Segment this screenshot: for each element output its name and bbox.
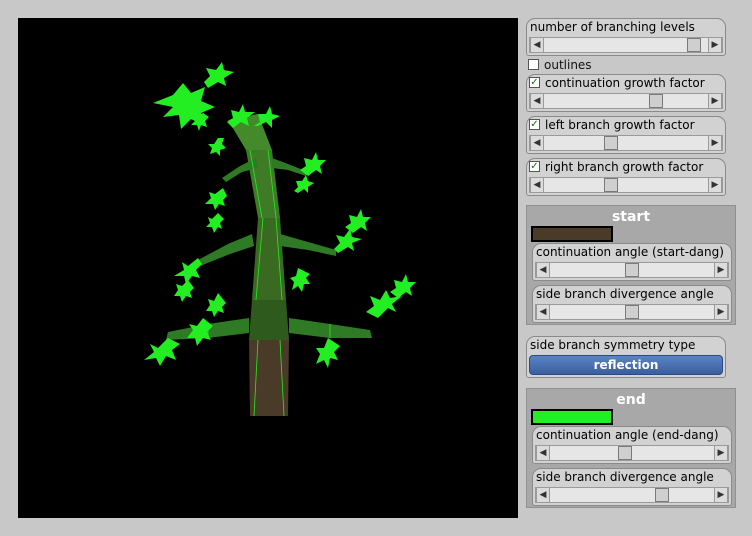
- tree-canvas: [18, 18, 518, 518]
- end-panel: end continuation angle (end-dang) ◀ ▶ si…: [526, 388, 736, 508]
- continuation-growth-label: continuation growth factor: [545, 76, 705, 90]
- start-divergence-slider[interactable]: ◀ ▶: [535, 304, 729, 320]
- levels-label: number of branching levels: [530, 20, 695, 34]
- start-panel-title: start: [611, 209, 651, 225]
- left-arrow-icon[interactable]: ◀: [536, 446, 550, 460]
- right-arrow-icon[interactable]: ▶: [708, 94, 722, 108]
- continuation-growth-group: ✓ continuation growth factor ◀ ▶: [526, 74, 726, 112]
- end-continuation-label: continuation angle (end-dang): [536, 428, 719, 442]
- start-divergence-group: side branch divergence angle ◀ ▶: [532, 285, 732, 323]
- left-arrow-icon[interactable]: ◀: [530, 38, 544, 52]
- end-panel-title: end: [616, 392, 646, 408]
- left-branch-growth-group: ✓ left branch growth factor ◀ ▶: [526, 116, 726, 154]
- end-divergence-label: side branch divergence angle: [536, 470, 714, 484]
- end-divergence-slider[interactable]: ◀ ▶: [535, 487, 729, 503]
- right-branch-growth-thumb[interactable]: [604, 178, 618, 192]
- end-divergence-group: side branch divergence angle ◀ ▶: [532, 468, 732, 506]
- symmetry-group: side branch symmetry type reflection: [526, 336, 726, 378]
- outlines-checkbox[interactable]: [528, 59, 539, 70]
- end-continuation-slider[interactable]: ◀ ▶: [535, 445, 729, 461]
- start-continuation-group: continuation angle (start-dang) ◀ ▶: [532, 243, 732, 281]
- left-branch-growth-thumb[interactable]: [604, 136, 618, 150]
- left-arrow-icon[interactable]: ◀: [536, 488, 550, 502]
- trunk: [228, 114, 289, 416]
- right-arrow-icon[interactable]: ▶: [708, 178, 722, 192]
- end-continuation-group: continuation angle (end-dang) ◀ ▶: [532, 426, 732, 464]
- start-panel: start continuation angle (start-dang) ◀ …: [526, 205, 736, 325]
- right-arrow-icon[interactable]: ▶: [714, 305, 728, 319]
- symmetry-type-button[interactable]: reflection: [529, 355, 723, 375]
- levels-slider-group: number of branching levels ◀ ▶: [526, 18, 726, 56]
- left-branch-growth-label: left branch growth factor: [545, 118, 695, 132]
- left-arrow-icon[interactable]: ◀: [530, 94, 544, 108]
- start-continuation-thumb[interactable]: [625, 263, 639, 277]
- right-branch-growth-checkbox[interactable]: ✓: [529, 161, 540, 172]
- end-divergence-thumb[interactable]: [655, 488, 669, 502]
- left-arrow-icon[interactable]: ◀: [530, 178, 544, 192]
- left-branch-growth-slider[interactable]: ◀ ▶: [529, 135, 723, 151]
- end-continuation-thumb[interactable]: [618, 446, 632, 460]
- start-continuation-slider[interactable]: ◀ ▶: [535, 262, 729, 278]
- right-branch-growth-slider[interactable]: ◀ ▶: [529, 177, 723, 193]
- levels-slider-thumb[interactable]: [687, 38, 701, 52]
- levels-slider[interactable]: ◀ ▶: [529, 37, 723, 53]
- right-branch-growth-label: right branch growth factor: [545, 160, 704, 174]
- left-arrow-icon[interactable]: ◀: [530, 136, 544, 150]
- start-continuation-label: continuation angle (start-dang): [536, 245, 724, 259]
- right-arrow-icon[interactable]: ▶: [708, 136, 722, 150]
- continuation-growth-slider[interactable]: ◀ ▶: [529, 93, 723, 109]
- outlines-control[interactable]: outlines: [526, 57, 726, 73]
- left-arrow-icon[interactable]: ◀: [536, 305, 550, 319]
- left-arrow-icon[interactable]: ◀: [536, 263, 550, 277]
- symmetry-label: side branch symmetry type: [530, 338, 696, 352]
- end-color-swatch[interactable]: [531, 409, 613, 425]
- continuation-growth-checkbox[interactable]: ✓: [529, 77, 540, 88]
- continuation-growth-thumb[interactable]: [649, 94, 663, 108]
- right-branch-growth-group: ✓ right branch growth factor ◀ ▶: [526, 158, 726, 196]
- outlines-label: outlines: [544, 58, 592, 72]
- start-color-swatch[interactable]: [531, 226, 613, 242]
- right-arrow-icon[interactable]: ▶: [714, 488, 728, 502]
- right-arrow-icon[interactable]: ▶: [708, 38, 722, 52]
- right-arrow-icon[interactable]: ▶: [714, 263, 728, 277]
- left-branch-growth-checkbox[interactable]: ✓: [529, 119, 540, 130]
- start-divergence-thumb[interactable]: [625, 305, 639, 319]
- right-arrow-icon[interactable]: ▶: [714, 446, 728, 460]
- fractal-tree-drawing: [144, 62, 416, 417]
- start-divergence-label: side branch divergence angle: [536, 287, 714, 301]
